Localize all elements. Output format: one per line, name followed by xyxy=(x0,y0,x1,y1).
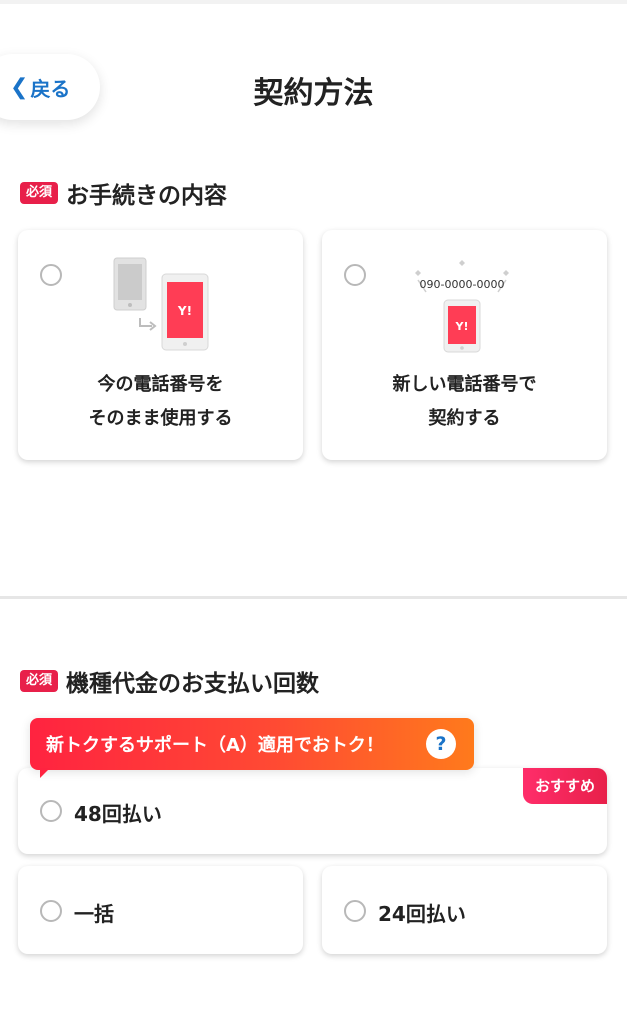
required-badge: 必須 xyxy=(20,670,59,692)
radio-button[interactable] xyxy=(40,264,62,286)
promo-text: 新トクするサポート（A）適用でおトク！ xyxy=(46,735,384,756)
help-icon[interactable]: ? xyxy=(426,729,456,759)
payment-section-label: 機種代金のお支払い回数 xyxy=(66,671,320,697)
radio-button[interactable] xyxy=(40,800,62,822)
top-strip xyxy=(0,0,627,4)
phone-transfer-icon: Y! xyxy=(113,257,209,351)
procedure-section-label: お手続きの内容 xyxy=(66,183,228,209)
option-24-label: 24回払い xyxy=(378,902,466,926)
option-lump-sum[interactable]: 一括 xyxy=(18,866,303,954)
phone-logo: Y! xyxy=(455,320,469,333)
section-divider xyxy=(0,596,627,599)
option-new-number-line1: 新しい電話番号で xyxy=(392,374,537,395)
recommended-badge: おすすめ xyxy=(522,768,607,804)
radio-button[interactable] xyxy=(40,900,62,922)
page-title: 契約方法 xyxy=(253,76,374,111)
promo-banner: 新トクするサポート（A）適用でおトク！ ? xyxy=(30,718,474,770)
option-lump-sum-label: 一括 xyxy=(74,902,114,926)
option-new-number[interactable]: 090-0000-0000 Y! 新しい電話番号で 契約する xyxy=(322,230,607,460)
radio-button[interactable] xyxy=(344,900,366,922)
option-48-label: 48回払い xyxy=(74,802,162,826)
option-keep-number-line2: そのまま使用する xyxy=(88,408,233,429)
phone-number-text: 090-0000-0000 xyxy=(420,278,505,291)
phone-logo: Y! xyxy=(177,304,192,318)
new-phone-icon: 090-0000-0000 Y! xyxy=(415,260,509,353)
option-24-installments[interactable]: 24回払い xyxy=(322,866,607,954)
option-keep-number-line1: 今の電話番号を xyxy=(97,374,224,395)
radio-button[interactable] xyxy=(344,264,366,286)
option-new-number-line2: 契約する xyxy=(428,408,501,429)
promo-tail xyxy=(40,768,50,778)
option-48-installments[interactable]: おすすめ 48回払い xyxy=(18,768,607,854)
payment-section-heading: 必須 機種代金のお支払い回数 xyxy=(20,664,319,698)
required-badge: 必須 xyxy=(20,182,59,204)
option-keep-number[interactable]: Y! 今の電話番号を そのまま使用する xyxy=(18,230,303,460)
procedure-section-heading: 必須 お手続きの内容 xyxy=(20,176,227,210)
